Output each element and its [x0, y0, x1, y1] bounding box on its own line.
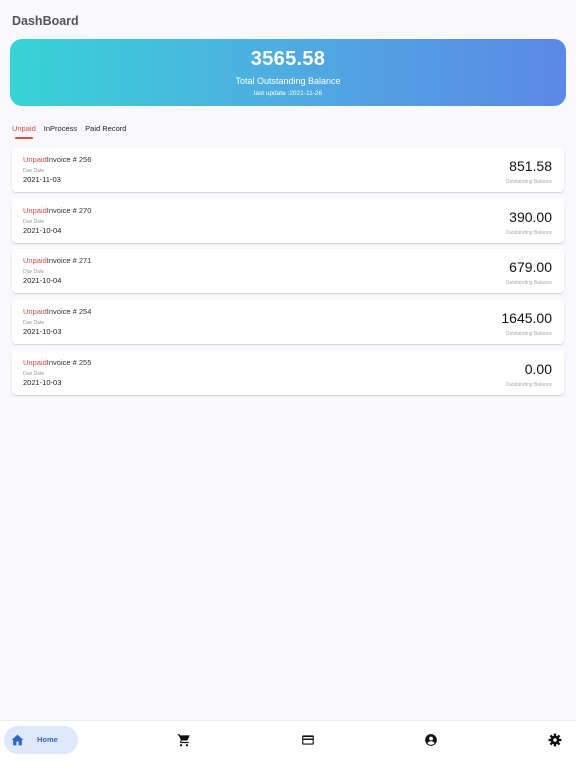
outstanding-balance-label: Outstanding Balance	[505, 381, 552, 388]
invoice-card[interactable]: UnpaidInvoice # 270 Due Date 2021-10-04 …	[12, 198, 564, 243]
due-date-value: 2021-11-03	[23, 175, 61, 184]
total-balance-amount: 3565.58	[250, 48, 326, 70]
invoice-title: UnpaidInvoice # 270	[23, 206, 91, 215]
invoice-status: Unpaid	[23, 357, 47, 367]
nav-home-button[interactable]: Home	[4, 726, 78, 754]
bottom-navigation-bar: Home	[0, 720, 576, 768]
invoice-number: Invoice # 271	[46, 256, 92, 266]
invoice-number: Invoice # 255	[46, 357, 92, 367]
nav-home-label: Home	[37, 735, 58, 744]
invoice-status: Unpaid	[23, 155, 47, 164]
invoice-amount: 851.58	[509, 158, 552, 174]
invoice-status: Unpaid	[23, 307, 47, 317]
tab-paid-record[interactable]: Paid Record	[85, 124, 126, 140]
invoice-list: UnpaidInvoice # 256 Due Date 2021-11-03 …	[12, 148, 564, 401]
invoice-status: Unpaid	[23, 256, 47, 266]
invoice-card[interactable]: UnpaidInvoice # 254 Due Date 2021-10-03 …	[12, 300, 564, 345]
due-date-label: Due Date	[23, 168, 45, 174]
invoice-amount: 390.00	[509, 208, 552, 225]
due-date-value: 2021-10-04	[23, 276, 62, 286]
account-circle-icon	[425, 734, 437, 746]
tab-unpaid[interactable]: Unpaid	[12, 124, 36, 140]
invoice-title: UnpaidInvoice # 254	[23, 307, 91, 316]
tab-inprocess[interactable]: InProcess	[44, 124, 77, 140]
due-date-label: Due Date	[23, 320, 45, 327]
credit-card-icon	[302, 735, 314, 745]
outstanding-balance-label: Outstanding Balance	[505, 179, 552, 185]
nav-cart-button[interactable]	[177, 733, 191, 747]
invoice-amount: 679.00	[509, 259, 552, 276]
settings-gear-icon	[548, 733, 562, 747]
invoice-title: UnpaidInvoice # 271	[23, 256, 91, 265]
invoice-status: Unpaid	[23, 205, 47, 215]
due-date-label: Due Date	[23, 370, 45, 377]
outstanding-balance-label: Outstanding Balance	[505, 331, 552, 338]
last-update-text: last update :2021-11-26	[253, 90, 323, 97]
invoice-number: Invoice # 270	[46, 205, 92, 215]
due-date-value: 2021-10-04	[23, 225, 62, 235]
due-date-label: Due Date	[23, 269, 45, 276]
invoice-amount: 1645.00	[501, 310, 552, 327]
balance-summary-card: 3565.58 Total Outstanding Balance last u…	[10, 39, 566, 106]
due-date-value: 2021-10-03	[23, 377, 62, 387]
invoice-card[interactable]: UnpaidInvoice # 271 Due Date 2021-10-04 …	[12, 249, 564, 294]
invoice-title: UnpaidInvoice # 255	[23, 358, 91, 367]
due-date-value: 2021-10-03	[23, 327, 62, 337]
nav-payment-button[interactable]	[301, 733, 315, 747]
nav-settings-button[interactable]	[548, 733, 562, 747]
nav-account-button[interactable]	[424, 733, 438, 747]
home-icon	[11, 734, 24, 746]
invoice-number: Invoice # 254	[46, 307, 92, 317]
invoice-title: UnpaidInvoice # 256	[23, 155, 91, 164]
invoice-card[interactable]: UnpaidInvoice # 256 Due Date 2021-11-03 …	[12, 148, 564, 192]
total-balance-label: Total Outstanding Balance	[235, 76, 341, 86]
due-date-label: Due Date	[23, 218, 45, 225]
invoice-status-tabs: Unpaid InProcess Paid Record	[12, 124, 126, 140]
page-title: DashBoard	[12, 14, 79, 28]
outstanding-balance-label: Outstanding Balance	[505, 229, 552, 236]
outstanding-balance-label: Outstanding Balance	[505, 280, 552, 287]
invoice-card[interactable]: UnpaidInvoice # 255 Due Date 2021-10-03 …	[12, 350, 564, 395]
invoice-amount: 0.00	[524, 360, 552, 377]
cart-icon	[177, 734, 190, 747]
invoice-number: Invoice # 256	[46, 155, 92, 164]
